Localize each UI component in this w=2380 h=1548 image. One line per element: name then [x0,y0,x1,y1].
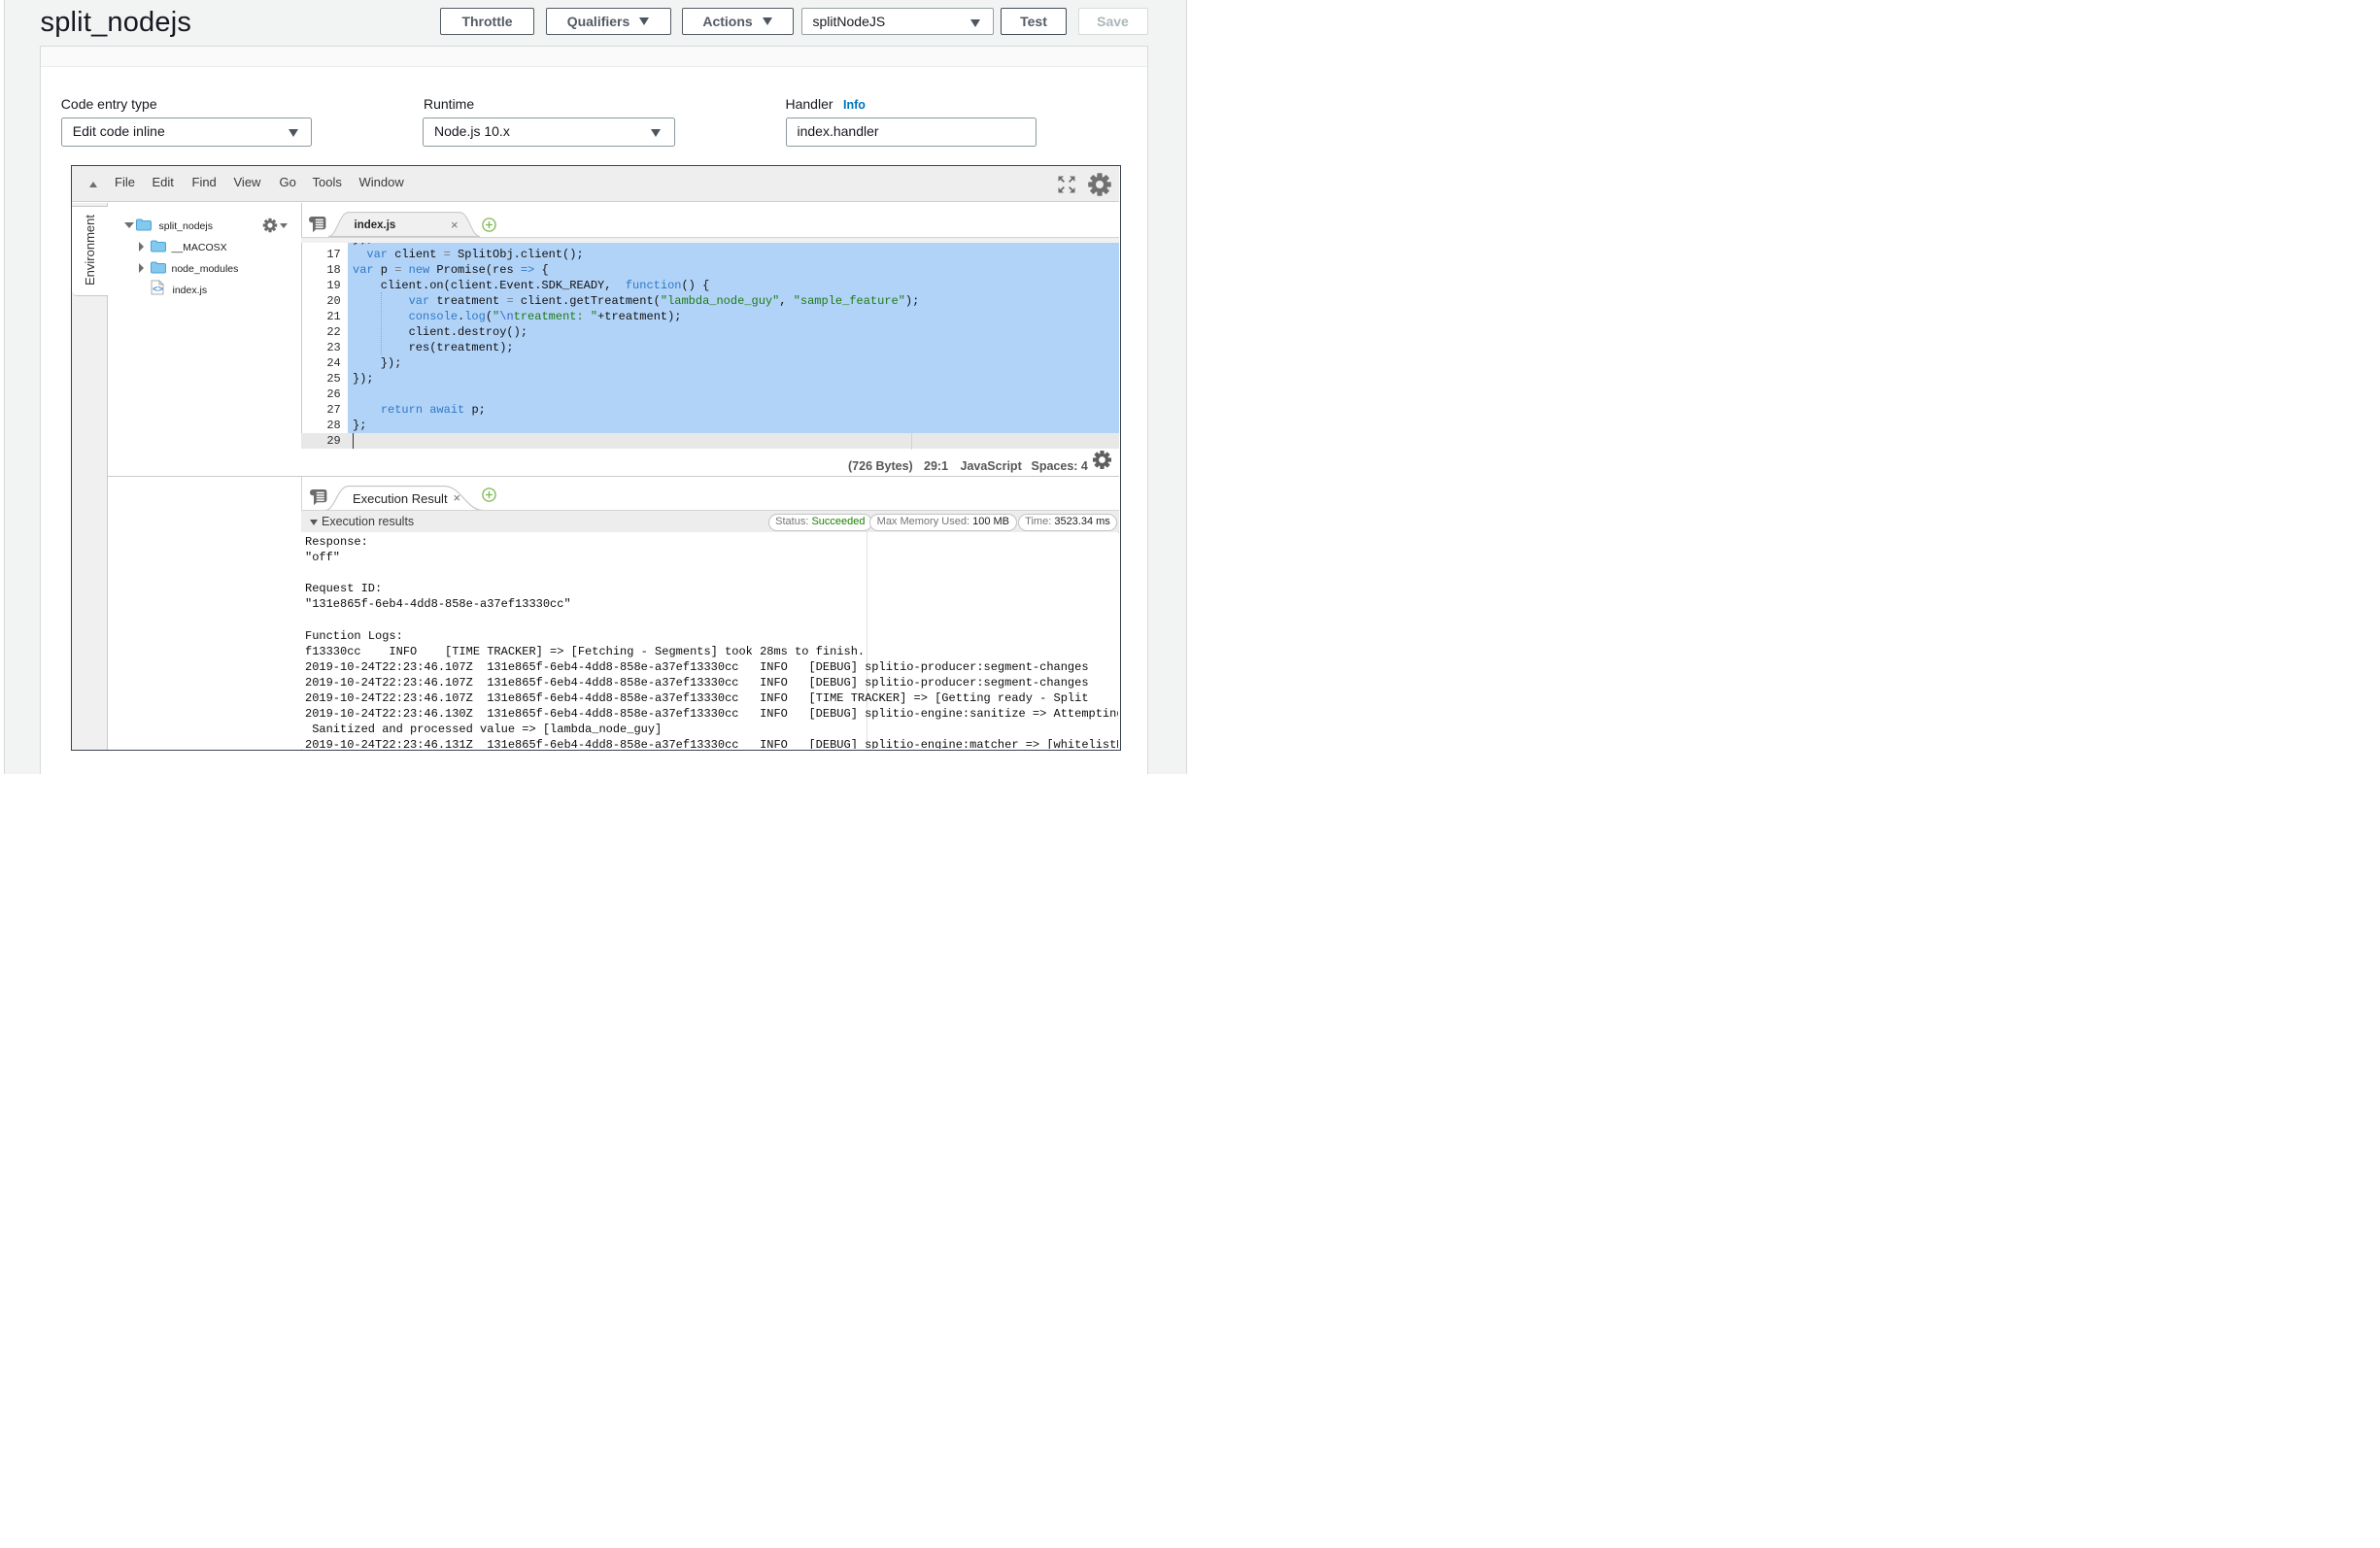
svg-text:<>: <> [153,284,164,294]
